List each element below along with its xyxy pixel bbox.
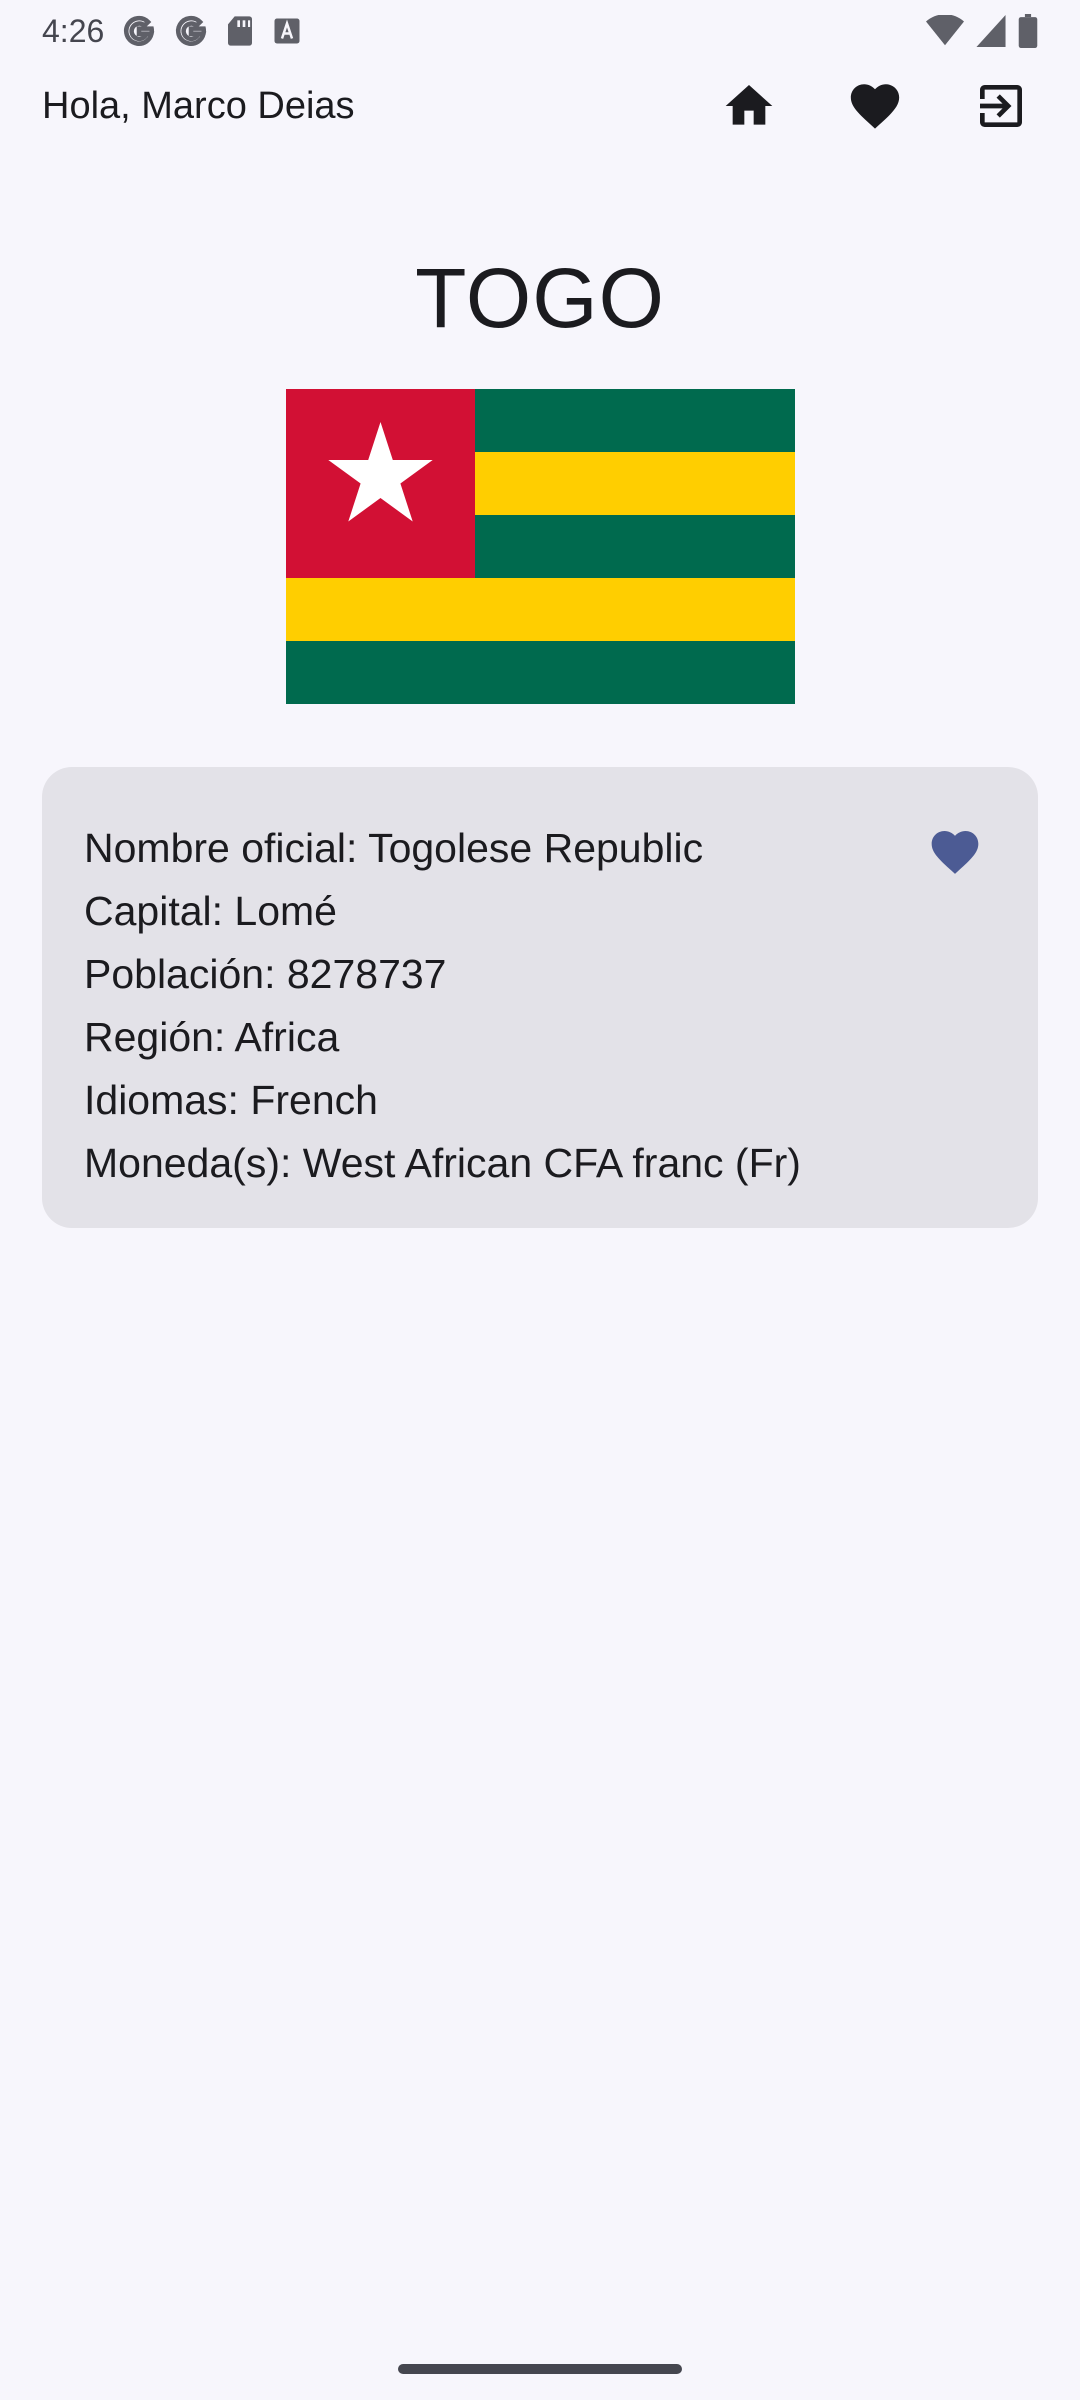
status-bar: 4:26 [0, 0, 1080, 62]
heart-icon [850, 84, 900, 129]
greeting-title: Hola, Marco Deias [42, 84, 355, 127]
status-right [926, 14, 1038, 48]
google-icon [174, 14, 208, 48]
home-icon [725, 85, 773, 125]
country-name: TOGO [415, 251, 665, 345]
favorites-button[interactable] [842, 73, 908, 139]
country-flag [286, 389, 795, 704]
heart-icon [931, 831, 979, 874]
sd-card-icon [226, 15, 254, 47]
signal-icon [976, 15, 1006, 47]
gesture-navigation-bar[interactable] [398, 2364, 682, 2374]
country-info-card: Nombre oficial: Togolese Republic Capita… [42, 767, 1038, 1228]
currencies-text: Moneda(s): West African CFA franc (Fr) [84, 1140, 801, 1186]
google-icon [122, 14, 156, 48]
favorite-toggle-button[interactable] [924, 821, 986, 883]
app-bar: Hola, Marco Deias [0, 62, 1080, 150]
flag-stripe-yellow [286, 578, 795, 641]
logout-button[interactable] [968, 73, 1034, 139]
battery-icon [1018, 14, 1038, 48]
capital-text: Capital: Lomé [84, 888, 337, 934]
flag-stripe-green [286, 641, 795, 704]
country-detail-screen: 4:26 Hola, Marco Deias TOGO Nombre ofici… [0, 0, 1080, 2400]
font-download-icon [272, 16, 302, 46]
region-text: Región: Africa [84, 1014, 340, 1060]
status-time: 4:26 [42, 12, 105, 49]
status-left: 4:26 [42, 13, 302, 50]
languages-text: Idiomas: French [84, 1077, 378, 1123]
official-name-text: Nombre oficial: Togolese Republic [84, 825, 704, 871]
wifi-icon [926, 15, 964, 47]
home-button[interactable] [716, 73, 782, 139]
population-text: Población: 8278737 [84, 951, 447, 997]
logout-icon [980, 85, 1022, 127]
app-actions [716, 73, 1034, 139]
